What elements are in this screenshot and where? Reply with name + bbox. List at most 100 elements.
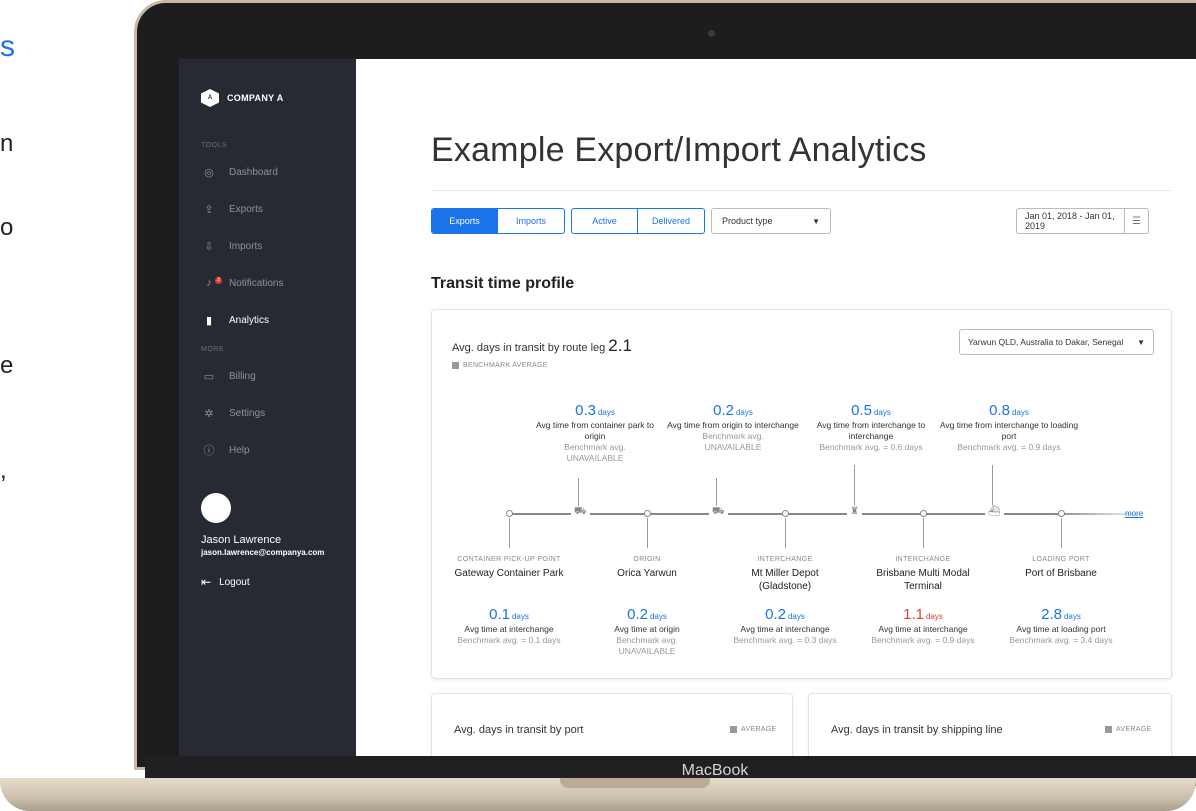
stop-type: LOADING PORT (1032, 556, 1090, 563)
route-leg-card: Avg. days in transit by route leg 2.1 BEN… (431, 309, 1172, 679)
stop-node[interactable] (920, 510, 927, 517)
stop-stat: 2.8 days Avg time at loading port Benchma… (991, 606, 1131, 646)
sidebar-item-label: Notifications (229, 277, 284, 289)
leg-desc: Avg time from interchange to interchange (816, 420, 926, 441)
more-section-label: MORE (201, 346, 224, 353)
stop-stat: 0.2 days Avg time at interchange Benchmar… (715, 606, 855, 646)
sidebar-item-settings[interactable]: ✲ Settings (201, 403, 351, 423)
average-label: AVERAGE (741, 726, 777, 733)
leg-unit: days (597, 408, 615, 417)
card-icon: ▭ (203, 370, 215, 383)
date-range-value: Jan 01, 2018 - Jan 01, 2019 (1025, 211, 1115, 231)
sidebar-item-label: Analytics (229, 314, 270, 326)
notification-badge: 2 (215, 277, 222, 284)
stop-desc: Avg time at interchange (878, 624, 968, 634)
filter-icon[interactable]: ☰ (1124, 209, 1148, 233)
leg-value: 0.2 (713, 402, 734, 419)
stop-info: INTERCHANGE Mt Miller Depot (Gladstone) (725, 555, 845, 593)
company-logo-icon: A (201, 89, 219, 107)
more-link[interactable]: more (1125, 509, 1143, 518)
port-card-title: Avg. days in transit by port (454, 724, 584, 736)
legend-swatch (730, 726, 737, 733)
section-title: Transit time profile (431, 275, 575, 292)
active-tab[interactable]: Active (572, 209, 637, 233)
train-icon: ♜ (847, 506, 862, 517)
benchmark-legend: BENCHMARK AVERAGE (452, 362, 548, 369)
stop-type: ORIGIN (633, 556, 661, 563)
stop-node[interactable] (1058, 510, 1065, 517)
bar-chart-icon: ▮ (205, 314, 213, 327)
legend-swatch (452, 362, 459, 369)
stop-value: 0.2 (627, 606, 648, 623)
sidebar-item-imports[interactable]: ⇩ Imports (201, 236, 351, 256)
app-screen: A COMPANY A TOOLS ◎ Dashboard ⇪ Exports … (179, 59, 1196, 756)
logout-button[interactable]: ⇤ Logout (201, 575, 250, 589)
stop-connector (923, 518, 924, 548)
status-toggle: Active Delivered (571, 208, 705, 234)
direction-toggle: Exports Imports (431, 208, 565, 234)
main-content: Example Export/Import Analytics Exports … (356, 59, 1196, 756)
stop-unit: days (649, 612, 667, 621)
stop-node[interactable] (782, 510, 789, 517)
leg-bench-status: UNAVAILABLE (566, 453, 624, 463)
stop-name: Mt Miller Depot (Gladstone) (751, 568, 819, 592)
shipping-line-card: Avg. days in transit by shipping line AV… (808, 693, 1172, 756)
bell-icon: ♪ 2 (201, 277, 222, 289)
side-text-line: , (0, 457, 7, 484)
stop-connector (785, 518, 786, 548)
exports-tab[interactable]: Exports (432, 209, 497, 233)
stop-node[interactable] (644, 510, 651, 517)
sidebar-item-label: Imports (229, 240, 263, 252)
stop-bench: Benchmark avg. = 3.4 days (1009, 635, 1113, 645)
leg-desc: Avg time from origin to interchange (667, 420, 799, 430)
stop-unit: days (511, 612, 529, 621)
sidebar-item-label: Help (229, 444, 250, 456)
camera-icon (708, 30, 715, 37)
stop-value: 1.1 (903, 606, 924, 623)
stop-stat: 0.1 days Avg time at interchange Benchmar… (439, 606, 579, 646)
shipping-card-title: Avg. days in transit by shipping line (831, 724, 1003, 736)
dashboard-icon: ◎ (204, 166, 214, 179)
logout-icon: ⇤ (201, 575, 212, 589)
sidebar-item-exports[interactable]: ⇪ Exports (201, 199, 351, 219)
stop-value: 0.1 (489, 606, 510, 623)
leg-bench-status: UNAVAILABLE (704, 442, 762, 452)
sidebar-item-analytics[interactable]: ▮ Analytics (201, 310, 351, 330)
stop-bench: Benchmark avg. = 0.1 days (457, 635, 561, 645)
page-title: Example Export/Import Analytics (431, 131, 927, 169)
stop-unit: days (787, 612, 805, 621)
stop-bench: Benchmark avg. = 0.9 days (871, 635, 975, 645)
leg-unit: days (873, 408, 891, 417)
stop-connector (1061, 518, 1062, 548)
user-email: jason.lawrence@companya.com (201, 548, 325, 557)
leg-connector (992, 465, 993, 505)
sidebar-item-dashboard[interactable]: ◎ Dashboard (201, 162, 351, 182)
leg-bench: Benchmark avg. (564, 442, 626, 452)
leg-bench: Benchmark avg. = 0.9 days (957, 442, 1061, 452)
product-type-select[interactable]: Product type ▼ (711, 208, 831, 234)
stop-info: CONTAINER PICK-UP POINT Gateway Containe… (449, 555, 569, 580)
sidebar-item-label: Billing (229, 370, 256, 382)
leg-desc: Avg time from container park to origin (536, 420, 654, 441)
stop-node[interactable] (506, 510, 513, 517)
imports-tab[interactable]: Imports (497, 209, 564, 233)
leg-stat: 0.2 days Avg time from origin to intercha… (663, 402, 803, 453)
sidebar-item-help[interactable]: ⓘ Help (201, 440, 351, 460)
stop-unit: days (925, 612, 943, 621)
truck-icon: ⛟ (709, 506, 728, 519)
delivered-tab[interactable]: Delivered (637, 209, 704, 233)
truck-icon: ⛟ (571, 506, 590, 519)
stop-name: Brisbane Multi Modal Terminal (876, 568, 970, 592)
leg-stat: 0.3 days Avg time from container park to … (525, 402, 665, 464)
tools-section-label: TOOLS (201, 142, 228, 149)
route-total: 2.1 (608, 336, 632, 355)
stop-type: INTERCHANGE (895, 556, 951, 563)
date-range-picker[interactable]: Jan 01, 2018 - Jan 01, 2019 ☰ (1016, 208, 1149, 234)
avatar[interactable] (201, 493, 231, 523)
stop-desc: Avg time at interchange (464, 624, 554, 634)
sidebar-item-notifications[interactable]: ♪ 2 Notifications (201, 273, 351, 293)
route-select[interactable]: Yarwun QLD, Australia to Dakar, Senegal … (959, 329, 1154, 355)
route-timeline (509, 513, 1149, 515)
stop-unit: days (1063, 612, 1081, 621)
sidebar-item-billing[interactable]: ▭ Billing (201, 366, 351, 386)
